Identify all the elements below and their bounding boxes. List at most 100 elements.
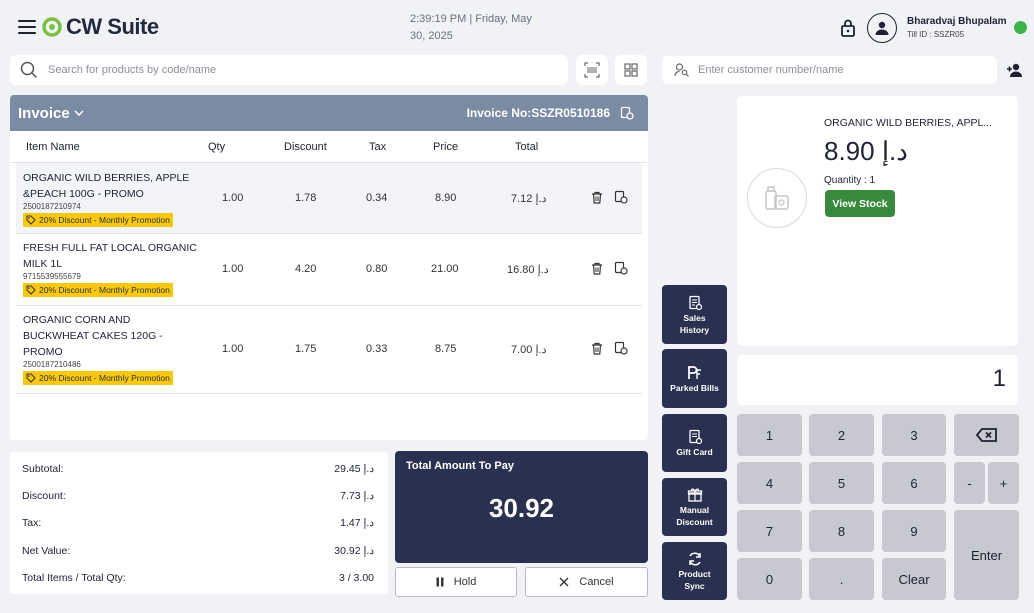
total-items-value: 3 / 3.00 bbox=[338, 572, 374, 584]
product-sync-label: Sync bbox=[684, 581, 705, 591]
item-name: BUCKWHEAT CAKES 120G - bbox=[23, 330, 163, 342]
key-1[interactable]: 1 bbox=[737, 414, 802, 456]
product-name: ORGANIC WILD BERRIES, APPL... bbox=[824, 117, 993, 129]
cancel-button[interactable]: Cancel bbox=[525, 567, 648, 597]
parked-icon bbox=[687, 365, 701, 379]
promo-label: 20% Discount - Monthly Promotion bbox=[39, 285, 170, 295]
key-4[interactable]: 4 bbox=[737, 462, 802, 504]
add-customer-icon[interactable] bbox=[1006, 62, 1024, 83]
barcode-scan-button[interactable] bbox=[576, 55, 608, 85]
customer-search-box bbox=[662, 56, 997, 84]
manual-discount-button[interactable]: Manual Discount bbox=[662, 478, 727, 536]
key-0[interactable]: 0 bbox=[737, 558, 802, 600]
product-card: ORGANIC WILD BERRIES, APPL... 8.90 د.إ Q… bbox=[737, 96, 1018, 346]
item-details: ORGANIC CORN AND BUCKWHEAT CAKES 120G - … bbox=[23, 312, 198, 388]
item-name: FRESH FULL FAT LOCAL ORGANIC bbox=[23, 242, 197, 254]
cancel-label: Cancel bbox=[579, 576, 614, 588]
item-discount: 1.75 bbox=[295, 343, 317, 355]
manual-discount-label: Discount bbox=[676, 517, 713, 527]
item-total: د.إ 7.12 bbox=[511, 193, 547, 205]
item-sku: 9715539555679 bbox=[23, 272, 81, 281]
item-qty[interactable]: 1.00 bbox=[222, 263, 243, 275]
promo-label: 20% Discount - Monthly Promotion bbox=[39, 215, 170, 225]
minus-button[interactable]: - bbox=[954, 462, 985, 504]
gift-icon bbox=[687, 488, 702, 502]
delete-icon[interactable] bbox=[591, 342, 603, 358]
key-8[interactable]: 8 bbox=[809, 510, 874, 552]
online-status-indicator bbox=[1014, 21, 1027, 34]
grocery-icon bbox=[765, 186, 789, 210]
manual-discount-label: Manual bbox=[679, 505, 710, 515]
pay-label: Total Amount To Pay bbox=[406, 460, 514, 472]
close-icon bbox=[559, 577, 569, 587]
gift-card-button[interactable]: Gift Card bbox=[662, 414, 727, 472]
tag-icon bbox=[26, 215, 36, 225]
invoice-row[interactable]: ORGANIC CORN AND BUCKWHEAT CAKES 120G - … bbox=[16, 306, 642, 394]
product-sync-button[interactable]: Product Sync bbox=[662, 542, 727, 600]
delete-icon[interactable] bbox=[591, 191, 603, 207]
product-sync-label: Product bbox=[678, 569, 711, 579]
item-qty[interactable]: 1.00 bbox=[222, 192, 243, 204]
key-6[interactable]: 6 bbox=[882, 462, 946, 504]
tag-icon bbox=[26, 373, 36, 383]
sync-icon bbox=[688, 552, 701, 566]
menu-icon[interactable] bbox=[18, 20, 36, 34]
item-discount-icon[interactable] bbox=[614, 261, 628, 278]
totals-panel: Subtotal: د.إ 29.45 Discount: د.إ 7.73 T… bbox=[10, 452, 388, 594]
invoice-row[interactable]: ORGANIC WILD BERRIES, APPLE &PEACH 100G … bbox=[16, 163, 642, 234]
app-name: CW Suite bbox=[66, 14, 159, 39]
key-7[interactable]: 7 bbox=[737, 510, 802, 552]
lock-icon[interactable] bbox=[840, 19, 856, 42]
item-tax: 0.34 bbox=[366, 192, 388, 204]
view-stock-button[interactable]: View Stock bbox=[825, 190, 895, 217]
discount-label: Discount: bbox=[22, 490, 66, 502]
pay-button[interactable]: Total Amount To Pay 30.92 bbox=[395, 451, 648, 563]
col-total: Total bbox=[515, 141, 539, 153]
col-qty: Qty bbox=[208, 141, 226, 153]
item-price: 8.75 bbox=[435, 343, 457, 355]
promo-badge: 20% Discount - Monthly Promotion bbox=[23, 283, 173, 297]
tag-icon bbox=[26, 285, 36, 295]
key-2[interactable]: 2 bbox=[809, 414, 874, 456]
invoice-type-selector[interactable]: Invoice bbox=[18, 105, 84, 122]
item-total: د.إ 16.80 bbox=[507, 264, 549, 276]
item-details: ORGANIC WILD BERRIES, APPLE &PEACH 100G … bbox=[23, 170, 198, 230]
grid-view-button[interactable] bbox=[615, 55, 647, 85]
sales-history-button[interactable]: Sales History bbox=[662, 285, 727, 344]
item-qty[interactable]: 1.00 bbox=[222, 343, 243, 355]
invoice-title: Invoice bbox=[18, 104, 70, 122]
hold-button[interactable]: Hold bbox=[395, 567, 517, 597]
receipt-icon bbox=[688, 295, 702, 310]
app-logo: CW Suite bbox=[42, 14, 159, 40]
clear-button[interactable]: Clear bbox=[882, 558, 946, 600]
plus-button[interactable]: + bbox=[988, 462, 1019, 504]
datetime: 2:39:19 PM | Friday, May 30, 2025 bbox=[410, 11, 560, 45]
datetime-line1: 2:39:19 PM | Friday, May bbox=[410, 13, 532, 25]
col-item-name: Item Name bbox=[26, 141, 80, 153]
product-image-placeholder bbox=[747, 168, 807, 228]
item-total: د.إ 7.00 bbox=[511, 344, 547, 356]
key-decimal[interactable]: . bbox=[809, 558, 874, 600]
invoice-number: Invoice No:SSZR0510186 bbox=[466, 106, 610, 120]
key-5[interactable]: 5 bbox=[809, 462, 874, 504]
promo-label: 20% Discount - Monthly Promotion bbox=[39, 373, 170, 383]
customer-search-input[interactable] bbox=[698, 64, 988, 76]
invoice-row[interactable]: FRESH FULL FAT LOCAL ORGANIC MILK 1L 971… bbox=[16, 234, 642, 306]
backspace-button[interactable] bbox=[954, 414, 1019, 456]
key-9[interactable]: 9 bbox=[882, 510, 946, 552]
parked-bills-button[interactable]: Parked Bills bbox=[662, 349, 727, 408]
key-3[interactable]: 3 bbox=[882, 414, 946, 456]
item-discount-icon[interactable] bbox=[614, 190, 628, 207]
keypad-display: 1 bbox=[737, 355, 1018, 405]
enter-button[interactable]: Enter bbox=[954, 510, 1019, 600]
invoice-header: Invoice Invoice No:SSZR0510186 bbox=[10, 95, 648, 131]
col-price: Price bbox=[433, 141, 459, 153]
delete-icon[interactable] bbox=[591, 262, 603, 278]
invoice-settings-icon[interactable] bbox=[620, 106, 634, 120]
invoice-column-headers: Item Name Qty Discount Tax Price Total bbox=[10, 131, 648, 163]
col-discount: Discount bbox=[284, 141, 327, 153]
item-discount-icon[interactable] bbox=[614, 341, 628, 358]
avatar[interactable] bbox=[867, 13, 897, 43]
item-name: ORGANIC WILD BERRIES, APPLE bbox=[23, 172, 190, 184]
product-search-input[interactable] bbox=[48, 64, 528, 76]
